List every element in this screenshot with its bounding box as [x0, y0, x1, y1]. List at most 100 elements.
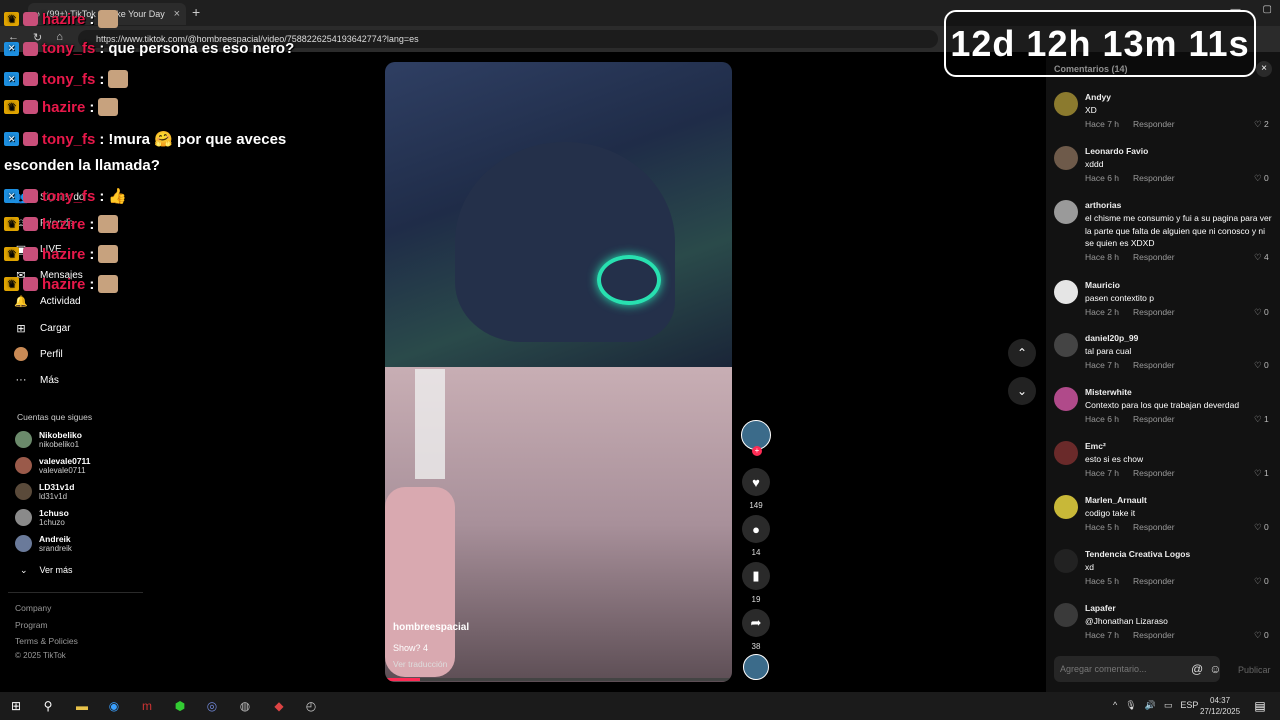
reply-button[interactable]: Responder [1133, 119, 1175, 129]
comment-button[interactable]: ● 14 [740, 515, 772, 557]
app-green-icon[interactable]: ⬢ [172, 698, 188, 714]
following-account[interactable]: 1chuso 1chuzo [15, 508, 69, 527]
footer-terms[interactable]: Terms & Policies [15, 636, 78, 646]
reply-button[interactable]: Responder [1133, 252, 1175, 262]
reply-button[interactable]: Responder [1133, 360, 1175, 370]
comment-like-button[interactable]: ♡ 0 [1254, 630, 1269, 641]
comment-author[interactable]: Mauricio [1085, 280, 1120, 290]
reply-button[interactable]: Responder [1133, 414, 1175, 424]
sidebar-item-profile[interactable]: Perfil [14, 347, 63, 361]
like-button[interactable]: ♥ 149 [740, 468, 772, 510]
chevron-down-icon: ⌄ [1016, 384, 1028, 398]
avatar[interactable] [1054, 333, 1078, 357]
following-account[interactable]: valevale0711 valevale0711 [15, 456, 91, 475]
video-author[interactable]: hombreespacial [393, 622, 469, 633]
close-tab-icon[interactable]: × [174, 8, 180, 20]
see-translation-link[interactable]: Ver traducción [393, 659, 447, 669]
reply-button[interactable]: Responder [1133, 630, 1175, 640]
app-red-icon[interactable]: ◆ [271, 698, 287, 714]
heart-outline-icon: ♡ [1254, 172, 1262, 183]
comment-like-button[interactable]: ♡ 0 [1254, 360, 1269, 371]
publish-button[interactable]: Publicar [1238, 665, 1271, 675]
next-video-button[interactable]: ⌄ [1008, 377, 1036, 405]
music-disc[interactable] [740, 654, 772, 680]
reply-button[interactable]: Responder [1133, 468, 1175, 478]
share-icon: ➦ [742, 609, 770, 637]
video-progress-bar[interactable] [385, 678, 732, 681]
avatar[interactable] [1054, 603, 1078, 627]
heart-outline-icon: ♡ [1254, 118, 1262, 129]
comment-like-button[interactable]: ♡ 0 [1254, 576, 1269, 587]
reply-button[interactable]: Responder [1133, 576, 1175, 586]
comment-author[interactable]: Andyy [1085, 92, 1111, 102]
comment-like-button[interactable]: ♡ 2 [1254, 119, 1269, 130]
creator-avatar[interactable]: + [740, 420, 772, 456]
avatar[interactable] [1054, 280, 1078, 304]
language-indicator[interactable]: ESP [1180, 700, 1198, 711]
avatar[interactable] [1054, 92, 1078, 116]
comment-like-button[interactable]: ♡ 0 [1254, 173, 1269, 184]
save-button[interactable]: ▮ 19 [740, 562, 772, 604]
comment-author[interactable]: daniel20p_99 [1085, 333, 1138, 343]
avatar[interactable] [1054, 387, 1078, 411]
comment-like-button[interactable]: ♡ 1 [1254, 468, 1269, 479]
follow-plus-icon[interactable]: + [752, 446, 762, 456]
new-tab-button[interactable]: + [192, 4, 200, 20]
clock[interactable]: 04:37 27/12/2025 [1200, 695, 1240, 717]
comment-like-button[interactable]: ♡ 0 [1254, 522, 1269, 533]
comment-author[interactable]: Leonardo Favio [1085, 146, 1148, 156]
following-account[interactable]: LD31v1d ld31v1d [15, 482, 74, 501]
footer-program[interactable]: Program [15, 620, 48, 630]
avatar[interactable] [1054, 441, 1078, 465]
comment-author[interactable]: Misterwhite [1085, 387, 1132, 397]
avatar[interactable] [1054, 146, 1078, 170]
comment-time: Hace 2 h [1085, 306, 1120, 317]
chat-username: tony_fs [42, 130, 96, 148]
comment-time: Hace 6 h [1085, 172, 1120, 183]
avatar[interactable] [1054, 549, 1078, 573]
following-account[interactable]: Andreik srandreik [15, 534, 72, 553]
close-icon[interactable]: × [1256, 61, 1272, 77]
volume-icon[interactable]: 🔊 [1145, 700, 1156, 711]
network-icon[interactable]: ▭ [1164, 700, 1173, 711]
app-icon[interactable]: m [139, 698, 155, 714]
sidebar-item-upload[interactable]: ⊞ Cargar [14, 321, 70, 335]
comment-author[interactable]: Tendencia Creativa Logos [1085, 549, 1190, 559]
share-button[interactable]: ➦ 38 [740, 609, 772, 651]
edge-browser-icon[interactable]: ◉ [106, 698, 122, 714]
sidebar-item-more[interactable]: ··· Más [14, 373, 59, 387]
search-icon[interactable]: ⚲ [40, 698, 56, 714]
emoji-icon[interactable]: ☺ [1209, 662, 1221, 676]
microphone-icon[interactable]: 🎙 [1125, 700, 1136, 711]
windows-start-icon[interactable]: ⊞ [8, 698, 24, 714]
comment-like-count: 1 [1264, 467, 1269, 478]
video-player[interactable]: hombreespacial Show? 4 Ver traducción [385, 62, 732, 682]
reply-button[interactable]: Responder [1133, 307, 1175, 317]
comment-author[interactable]: Emc² [1085, 441, 1106, 451]
maximize-icon[interactable]: ▢ [1263, 4, 1272, 15]
reply-button[interactable]: Responder [1133, 522, 1175, 532]
comment-author[interactable]: Marlen_Arnault [1085, 495, 1147, 505]
comment-like-button[interactable]: ♡ 0 [1254, 307, 1269, 318]
app-gray-icon[interactable]: ◍ [237, 698, 253, 714]
file-explorer-icon[interactable]: ▬ [74, 698, 90, 714]
chat-username: hazire [42, 245, 86, 263]
comment-author[interactable]: arthorias [1085, 200, 1121, 210]
previous-video-button[interactable]: ⌃ [1008, 339, 1036, 367]
sidebar-item-activity[interactable]: 🔔 Actividad [14, 294, 80, 308]
chevron-up-icon[interactable]: ^ [1113, 700, 1117, 711]
comment-like-button[interactable]: ♡ 1 [1254, 414, 1269, 425]
notification-icon[interactable]: ▤ [1252, 698, 1268, 714]
discord-icon[interactable]: ◎ [204, 698, 220, 714]
see-more-button[interactable]: ⌄ Ver más [20, 565, 73, 576]
avatar[interactable] [1054, 200, 1078, 224]
following-account[interactable]: Nikobeliko nikobeliko1 [15, 430, 82, 449]
comment-author[interactable]: Lapafer [1085, 603, 1116, 613]
footer-company[interactable]: Company [15, 603, 51, 613]
mention-icon[interactable]: @ [1191, 662, 1203, 676]
avatar[interactable] [1054, 495, 1078, 519]
comment-like-button[interactable]: ♡ 4 [1254, 252, 1269, 263]
app-clock-icon[interactable]: ◴ [303, 698, 319, 714]
reply-button[interactable]: Responder [1133, 173, 1175, 183]
chat-message: ♛ hazire : [4, 275, 119, 293]
